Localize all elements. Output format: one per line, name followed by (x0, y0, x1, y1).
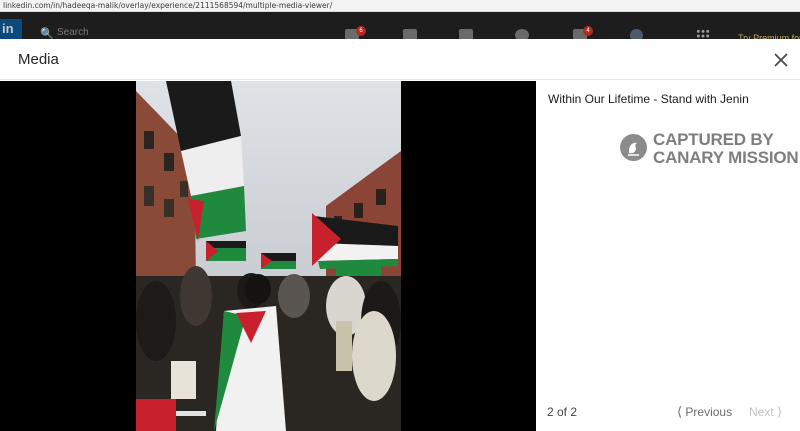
browser-url-bar[interactable]: linkedin.com/in/hadeeqa-malik/overlay/ex… (0, 0, 800, 12)
media-details-panel: Within Our Lifetime - Stand with Jenin C… (536, 81, 800, 431)
previous-button[interactable]: ⟨ Previous (677, 404, 732, 420)
modal-header: Media (0, 39, 800, 80)
media-counter: 2 of 2 (547, 405, 578, 419)
protest-photo-illustration (136, 81, 401, 431)
search-input[interactable]: Search (57, 27, 89, 38)
browser-url[interactable]: linkedin.com/in/hadeeqa-malik/overlay/ex… (3, 1, 332, 10)
media-viewer (0, 81, 536, 431)
home-badge: 6 (356, 26, 366, 36)
chevron-right-icon: ⟩ (777, 404, 783, 419)
watermark: CAPTURED BY CANARY MISSION (620, 130, 800, 170)
modal-title: Media (18, 51, 59, 68)
linkedin-header: in 🔍 Search 6 4 Try Premium for (0, 12, 800, 43)
close-icon (774, 53, 788, 67)
watermark-line2: CANARY MISSION (653, 148, 799, 167)
media-title: Within Our Lifetime - Stand with Jenin (548, 92, 749, 106)
linkedin-logo[interactable]: in (0, 19, 22, 39)
watermark-line1: CAPTURED BY (653, 130, 774, 149)
notifications-badge: 4 (583, 26, 593, 36)
previous-label: Previous (685, 405, 733, 419)
next-label: Next (749, 405, 774, 419)
protest-photo (136, 81, 401, 431)
canary-bird-icon (620, 134, 647, 161)
next-button[interactable]: Next ⟩ (749, 404, 782, 420)
chevron-left-icon: ⟨ (677, 404, 683, 419)
media-modal: Media Within Our Lifetime - Stand with J… (0, 39, 800, 431)
close-button[interactable] (770, 49, 792, 71)
